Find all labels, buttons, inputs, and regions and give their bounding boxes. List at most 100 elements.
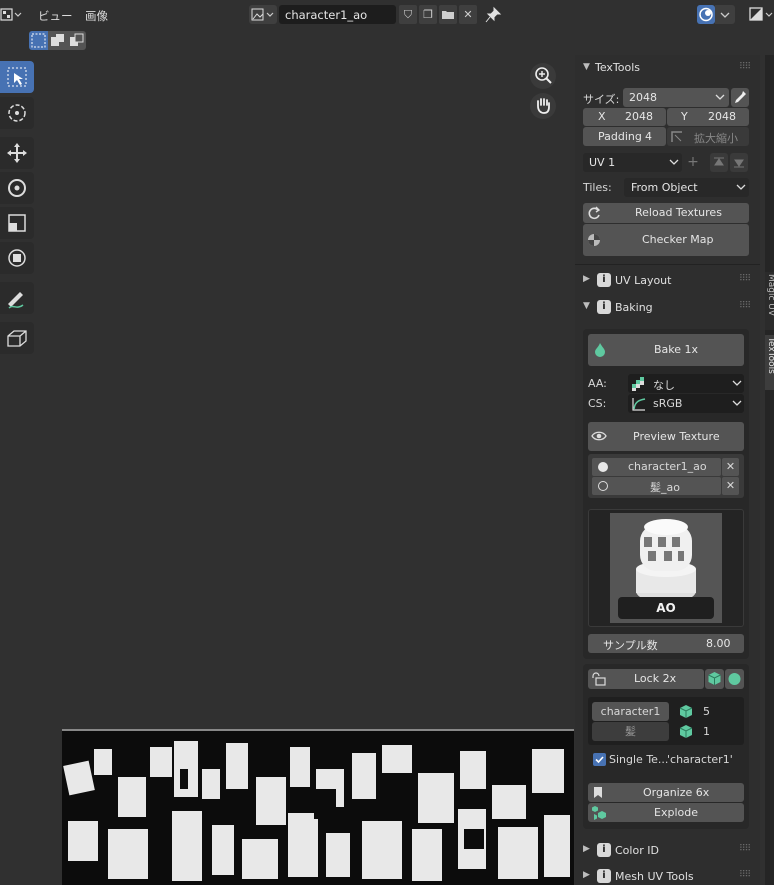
pan-hand-icon[interactable] [530, 93, 556, 119]
select-box-icon [7, 67, 27, 87]
size-y-field[interactable]: Y 2048 [667, 108, 749, 126]
padding-field[interactable]: Padding 4 [583, 127, 666, 146]
color-id-panel-header[interactable]: ▶ i Color ID ⠿⠿ [579, 841, 757, 861]
annotate-tool[interactable] [0, 282, 34, 314]
mesh-uv-tools-title: Mesh UV Tools [615, 870, 694, 883]
sphere-mode-button[interactable] [725, 669, 744, 689]
bake-mode-thumbnail[interactable]: AO [610, 513, 722, 623]
scale-tool[interactable] [0, 207, 34, 239]
object-count: 1 [703, 725, 710, 738]
image-name-field[interactable]: character1_ao [279, 5, 396, 24]
preview-texture-button[interactable]: Preview Texture [588, 422, 744, 451]
explode-cubes-icon [592, 806, 606, 820]
checker-map-button[interactable]: Checker Map [583, 224, 749, 256]
object-row-active[interactable]: character1 [592, 702, 669, 721]
size-dropdown[interactable]: 2048 [623, 88, 729, 107]
tiles-dropdown[interactable]: From Object [624, 178, 749, 197]
chevron-down-icon: ▼ [583, 62, 590, 72]
organize-button[interactable]: Organize 6x [588, 783, 744, 802]
flame-icon [595, 343, 605, 357]
cs-dropdown[interactable]: sRGB [628, 394, 744, 413]
add-uv-icon[interactable]: + [683, 153, 703, 172]
cursor-tool[interactable] [0, 97, 34, 129]
select-subtract-button[interactable] [67, 31, 86, 50]
padding-label: Padding [598, 130, 642, 143]
fake-user-shield-icon[interactable]: ⛉ [399, 5, 417, 24]
select-subtract-icon [70, 33, 84, 46]
menu-image[interactable]: 画像 [85, 8, 108, 24]
eyedropper-button[interactable] [731, 88, 749, 107]
remove-bake-set-icon[interactable]: ✕ [722, 458, 739, 476]
unlock-icon [592, 672, 606, 686]
drag-grip-icon[interactable]: ⠿⠿ [739, 870, 751, 880]
pin-icon[interactable] [484, 6, 502, 24]
green-sphere-icon [728, 673, 741, 685]
open-folder-icon[interactable] [439, 5, 457, 24]
transform-tool[interactable] [0, 242, 34, 274]
duplicate-image-icon[interactable]: ❐ [419, 5, 437, 24]
tiles-value: From Object [631, 181, 698, 194]
menu-view[interactable]: ビュー [38, 8, 73, 24]
single-texture-checkbox[interactable] [593, 753, 606, 766]
overlay-toggle-button[interactable] [697, 5, 715, 24]
drag-grip-icon[interactable]: ⠿⠿ [739, 844, 751, 854]
select-new-icon [31, 33, 46, 48]
rotate-tool[interactable] [0, 172, 34, 204]
overlay-dropdown[interactable] [715, 5, 735, 24]
side-tab-magic-uv[interactable]: Magic UV [765, 272, 774, 330]
move-down-icon[interactable] [730, 153, 748, 172]
zoom-icon[interactable] [530, 63, 556, 89]
thumb-caption-bar: AO [618, 597, 714, 619]
uv-map-dropdown[interactable]: UV 1 [583, 153, 682, 172]
reload-textures-button[interactable]: Reload Textures [583, 203, 749, 223]
info-icon: i [597, 843, 611, 857]
drag-grip-icon[interactable]: ⠿⠿ [739, 62, 751, 72]
display-channels-icon [749, 7, 773, 21]
y-label: Y [681, 110, 688, 123]
baking-panel-header[interactable]: ▼ i Baking ⠿⠿ [579, 298, 757, 318]
cursor-icon [8, 104, 26, 122]
select-extend-button[interactable] [48, 31, 67, 50]
uv-layout-panel-header[interactable]: ▶ i UV Layout ⠿⠿ [579, 271, 757, 291]
single-texture-label: Single Te... [609, 753, 669, 766]
unlink-image-icon[interactable]: ✕ [459, 5, 477, 24]
lock-button[interactable]: Lock 2x [588, 669, 704, 689]
thumb-caption: AO [656, 601, 676, 615]
select-new-button[interactable] [29, 31, 48, 50]
display-channels-button[interactable] [747, 5, 774, 24]
scale-button[interactable]: 拡大縮小 [667, 127, 749, 146]
padding-value: 4 [645, 130, 652, 143]
bake-set-name: 髪_ao [650, 481, 680, 494]
drag-grip-icon[interactable]: ⠿⠿ [739, 274, 751, 284]
textools-panel-header[interactable]: ▼ TexTools ⠿⠿ [579, 59, 757, 79]
samples-label: サンプル数 [603, 639, 658, 652]
drag-grip-icon[interactable]: ⠿⠿ [739, 301, 751, 311]
image-browse-button[interactable] [249, 5, 277, 24]
remove-bake-set-icon[interactable]: ✕ [722, 477, 739, 495]
scale-icon [8, 214, 26, 232]
side-tab-textools[interactable]: TexTools [765, 335, 774, 390]
mesh-uv-tools-panel-header[interactable]: ▶ i Mesh UV Tools ⠿⠿ [579, 867, 757, 885]
eyedropper-icon [735, 91, 746, 103]
object-count: 5 [703, 705, 710, 718]
select-extend-icon [51, 34, 64, 46]
bake-button[interactable]: Bake 1x [588, 334, 744, 366]
baking-title: Baking [615, 301, 653, 314]
bake-label: Bake 1x [654, 343, 699, 356]
uv-texture-image[interactable] [62, 729, 574, 885]
move-tool[interactable] [0, 137, 34, 169]
sample-tool[interactable] [0, 322, 34, 354]
samples-field[interactable]: サンプル数 8.00 [588, 634, 744, 653]
object-row[interactable]: 髪 [592, 722, 669, 741]
explode-button[interactable]: Explode [588, 803, 744, 822]
move-up-icon[interactable] [710, 153, 728, 172]
mesh-mode-button[interactable] [705, 669, 724, 689]
aa-dropdown[interactable]: なし [628, 374, 744, 393]
bake-set-row[interactable]: 髪_ao [592, 477, 721, 495]
select-box-tool[interactable] [0, 61, 34, 93]
editor-type-button[interactable] [0, 5, 24, 24]
size-x-field[interactable]: X 2048 [583, 108, 666, 126]
bake-set-row-active[interactable]: character1_ao [592, 458, 721, 476]
reload-icon [588, 206, 601, 220]
annotate-icon [8, 292, 24, 309]
